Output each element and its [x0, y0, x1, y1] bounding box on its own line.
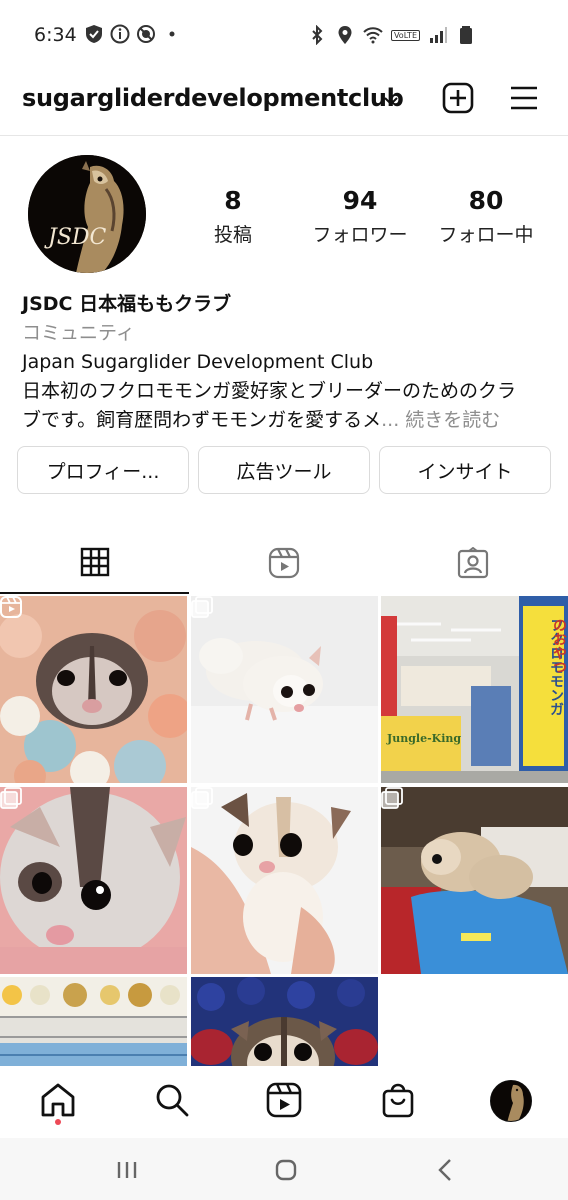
stat-posts[interactable]: 8 投稿	[173, 186, 293, 250]
post-image	[0, 977, 187, 1066]
post-thumbnail[interactable]	[191, 596, 378, 783]
followers-count: 94	[342, 186, 378, 215]
home-button-icon[interactable]	[272, 1156, 300, 1184]
battery-icon	[460, 26, 472, 44]
following-label: フォロー中	[438, 224, 534, 246]
stat-following[interactable]: 80 フォロー中	[426, 186, 546, 250]
post-image	[191, 977, 378, 1066]
system-navigation-bar	[0, 1138, 568, 1200]
search-icon[interactable]	[152, 1080, 192, 1120]
status-time: 6:34	[34, 24, 77, 46]
avatar-glider-image	[28, 155, 146, 273]
bio-line: 日本初のフクロモモンガ愛好家とブリーダーのためのクラ	[22, 380, 517, 402]
mute-icon	[137, 25, 155, 43]
bio-line: Japan Sugarglider Development Club	[22, 351, 374, 373]
edit-profile-button[interactable]: プロフィー...	[17, 446, 189, 494]
post-grid: フクロモモンガ のおやつ Jungle-King	[0, 596, 568, 1066]
bluetooth-icon	[312, 25, 323, 45]
post-thumbnail[interactable]: フクロモモンガ のおやつ Jungle-King	[381, 596, 568, 783]
home-icon[interactable]	[38, 1080, 78, 1120]
signal-icon	[430, 27, 447, 43]
carousel-icon	[191, 787, 213, 809]
wifi-icon	[363, 27, 383, 44]
recent-apps-icon[interactable]	[113, 1156, 141, 1184]
read-more-link[interactable]: ... 続きを読む	[381, 409, 500, 431]
stat-followers[interactable]: 94 フォロワー	[300, 186, 420, 250]
new-post-icon[interactable]	[440, 80, 476, 116]
bottom-navigation	[0, 1066, 568, 1138]
info-icon	[110, 24, 130, 44]
post-image	[381, 787, 568, 974]
post-thumbnail[interactable]	[381, 787, 568, 974]
tab-grid[interactable]	[0, 532, 189, 594]
avatar-glider-image	[491, 1081, 531, 1121]
shop-logo-text: Jungle-King	[387, 732, 462, 745]
profile-header: sugargliderdevelopmentclub	[0, 72, 568, 136]
carousel-icon	[191, 596, 213, 618]
posts-count: 8	[224, 186, 242, 215]
carousel-icon	[0, 787, 22, 809]
post-image	[0, 596, 187, 783]
content-tabs	[0, 532, 568, 594]
profile-avatar[interactable]	[490, 1080, 532, 1122]
tab-tagged[interactable]	[378, 532, 567, 594]
menu-icon[interactable]	[506, 80, 542, 116]
shield-icon	[86, 25, 102, 43]
dot-icon	[169, 31, 175, 37]
volte-icon: VoLTE	[390, 29, 420, 41]
tagged-icon	[457, 547, 488, 579]
display-name: JSDC 日本福ももクラブ	[22, 293, 232, 315]
chevron-down-icon[interactable]	[380, 90, 402, 112]
avatar-text: JSDC	[48, 225, 107, 250]
bio-line: ブです。飼育歴問わずモモンガを愛するメ	[22, 409, 382, 431]
back-icon[interactable]	[432, 1156, 460, 1184]
ad-tools-button[interactable]: 広告ツール	[198, 446, 370, 494]
post-thumbnail[interactable]	[0, 787, 187, 974]
reels-icon	[268, 547, 299, 579]
post-thumbnail[interactable]	[0, 596, 187, 783]
followers-label: フォロワー	[312, 224, 408, 246]
grid-icon	[80, 547, 109, 577]
post-image	[0, 787, 187, 974]
post-thumbnail[interactable]	[191, 787, 378, 974]
carousel-icon	[381, 787, 403, 809]
tab-reels[interactable]	[189, 532, 378, 594]
reel-icon	[0, 596, 22, 618]
following-count: 80	[468, 186, 504, 215]
shop-icon[interactable]	[378, 1080, 418, 1120]
posts-label: 投稿	[213, 224, 252, 246]
notification-dot	[55, 1119, 61, 1125]
signage-text: のおやつ	[551, 618, 567, 674]
bio-line-truncated: ブです。飼育歴問わずモモンガを愛するメ... 続きを読む	[22, 406, 552, 435]
post-image	[191, 787, 378, 974]
profile-category: コミュニティ	[22, 322, 135, 344]
profile-avatar[interactable]: JSDC	[28, 155, 146, 273]
post-image	[191, 596, 378, 783]
insights-button[interactable]: インサイト	[379, 446, 551, 494]
location-icon	[338, 26, 352, 44]
status-bar: 6:34 VoLTE	[0, 0, 568, 72]
post-thumbnail[interactable]	[0, 977, 187, 1066]
reels-icon[interactable]	[264, 1080, 304, 1120]
account-username[interactable]: sugargliderdevelopmentclub	[22, 84, 404, 112]
post-thumbnail[interactable]	[191, 977, 378, 1066]
profile-bio: JSDC 日本福ももクラブ コミュニティ Japan Sugarglider D…	[22, 290, 552, 435]
